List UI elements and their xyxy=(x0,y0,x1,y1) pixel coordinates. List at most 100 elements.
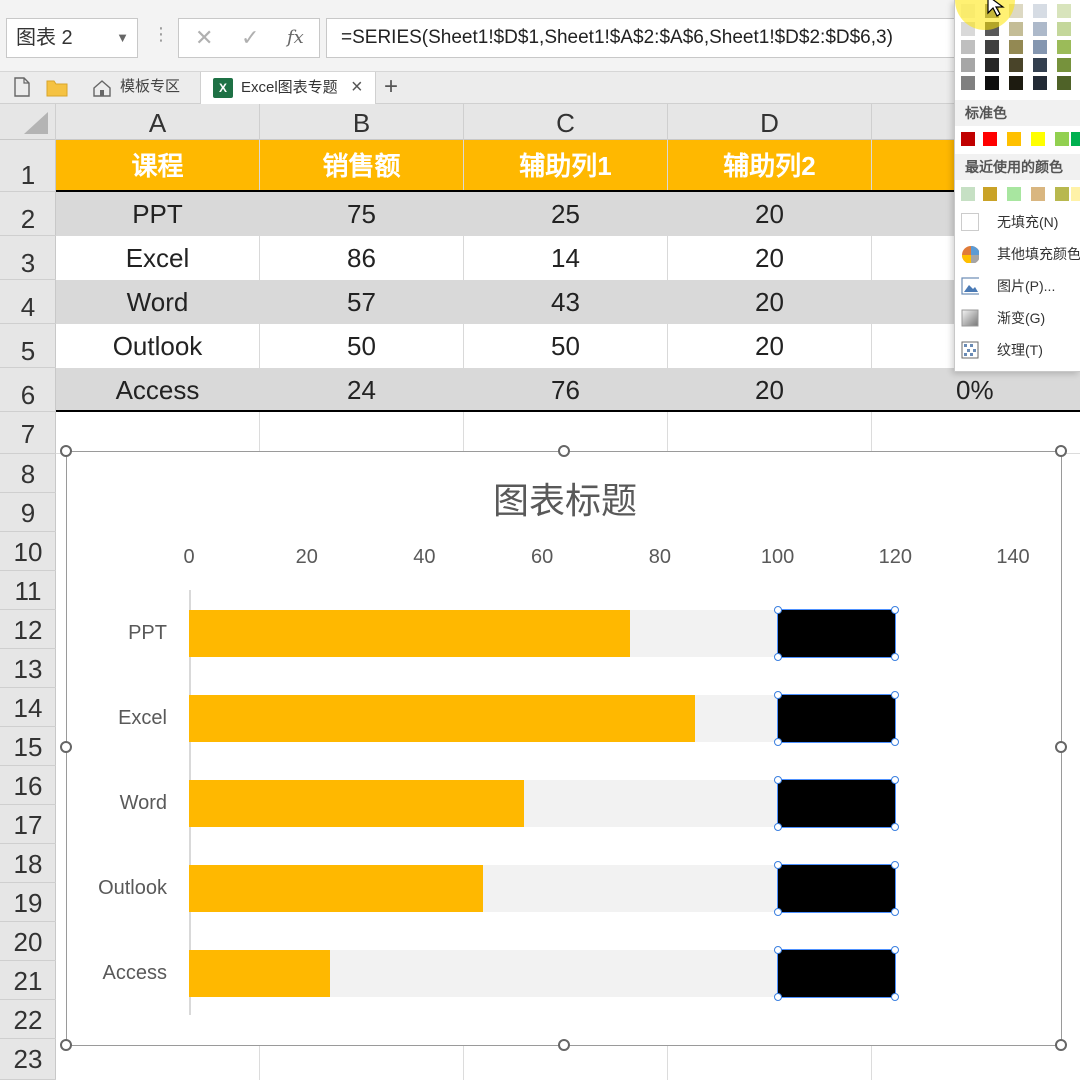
formula-input[interactable]: =SERIES(Sheet1!$D$1,Sheet1!$A$2:$A$6,She… xyxy=(326,18,956,58)
data-point-handle[interactable] xyxy=(891,861,900,869)
row-header[interactable]: 13 xyxy=(0,649,56,688)
color-swatch[interactable] xyxy=(1007,132,1021,146)
row-header[interactable]: 22 xyxy=(0,1000,56,1039)
data-point-handle[interactable] xyxy=(773,823,782,831)
data-point-handle[interactable] xyxy=(773,776,782,784)
folder-icon[interactable] xyxy=(46,79,68,97)
recent-color-swatch[interactable] xyxy=(1071,187,1080,201)
table-cell[interactable]: 25 xyxy=(464,192,668,236)
resize-handle[interactable] xyxy=(558,445,570,457)
confirm-icon[interactable]: ✓ xyxy=(241,25,259,51)
close-tab-icon[interactable]: × xyxy=(351,72,363,103)
row-header[interactable]: 8 xyxy=(0,454,56,493)
data-point-handle[interactable] xyxy=(773,738,782,746)
bar-helper-selected[interactable] xyxy=(776,864,897,913)
table-cell[interactable]: Excel xyxy=(56,236,260,280)
table-cell[interactable]: 50 xyxy=(260,324,464,368)
name-box[interactable]: 图表 2 ▼ xyxy=(6,18,138,58)
gradient-fill-item[interactable]: 渐变(G) xyxy=(955,302,1080,334)
row-header[interactable]: 19 xyxy=(0,883,56,922)
recent-color-swatch[interactable] xyxy=(1031,187,1045,201)
color-swatch[interactable] xyxy=(1055,132,1069,146)
color-swatch[interactable] xyxy=(961,132,975,146)
bar-sales[interactable] xyxy=(189,865,484,912)
bar-chart[interactable]: 图表标题 0 20 40 60 80 100 120 140 PPT Excel… xyxy=(60,445,1067,1051)
select-all-corner[interactable] xyxy=(0,104,56,140)
resize-handle[interactable] xyxy=(60,741,72,753)
row-header[interactable]: 7 xyxy=(0,412,56,454)
column-header-a[interactable]: A xyxy=(56,104,260,140)
new-tab-button[interactable]: + xyxy=(384,72,398,102)
table-cell[interactable]: 76 xyxy=(464,368,668,412)
data-point-handle[interactable] xyxy=(891,823,900,831)
more-fill-colors-item[interactable]: 其他填充颜色 xyxy=(955,238,1080,270)
data-point-handle[interactable] xyxy=(773,993,782,1001)
resize-handle[interactable] xyxy=(1055,741,1067,753)
resize-handle[interactable] xyxy=(60,445,72,457)
fx-icon[interactable]: fx xyxy=(287,27,304,48)
bar-remainder[interactable] xyxy=(695,695,778,742)
row-header[interactable]: 14 xyxy=(0,688,56,727)
data-point-handle[interactable] xyxy=(891,738,900,746)
picture-fill-item[interactable]: 图片(P)... xyxy=(955,270,1080,302)
data-point-handle[interactable] xyxy=(891,993,900,1001)
table-cell[interactable]: 86 xyxy=(260,236,464,280)
data-point-handle[interactable] xyxy=(891,691,900,699)
row-header[interactable]: 3 xyxy=(0,236,56,280)
row-header[interactable]: 17 xyxy=(0,805,56,844)
bar-remainder[interactable] xyxy=(483,865,778,912)
table-cell[interactable]: Outlook xyxy=(56,324,260,368)
recent-color-swatch[interactable] xyxy=(1055,187,1069,201)
table-cell[interactable]: 75 xyxy=(260,192,464,236)
no-fill-item[interactable]: 无填充(N) xyxy=(955,206,1080,238)
color-swatch[interactable] xyxy=(983,132,997,146)
bar-remainder[interactable] xyxy=(330,950,778,997)
data-point-handle[interactable] xyxy=(773,861,782,869)
recent-color-swatch[interactable] xyxy=(983,187,997,201)
table-cell[interactable]: 43 xyxy=(464,280,668,324)
data-point-handle[interactable] xyxy=(773,606,782,614)
row-header[interactable]: 15 xyxy=(0,727,56,766)
tab-excel-charts[interactable]: X Excel图表专题 × xyxy=(200,72,376,104)
resize-handle[interactable] xyxy=(1055,1039,1067,1051)
table-cell[interactable]: 20 xyxy=(668,236,872,280)
row-header[interactable]: 5 xyxy=(0,324,56,368)
row-header[interactable]: 12 xyxy=(0,610,56,649)
new-file-icon[interactable] xyxy=(14,77,30,97)
color-swatch[interactable] xyxy=(1031,132,1045,146)
data-point-handle[interactable] xyxy=(773,653,782,661)
bar-sales[interactable] xyxy=(189,610,631,657)
header-cell[interactable]: 辅助列1 xyxy=(464,140,668,192)
bar-remainder[interactable] xyxy=(524,780,778,827)
header-cell[interactable]: 课程 xyxy=(56,140,260,192)
resize-handle[interactable] xyxy=(558,1039,570,1051)
table-cell[interactable]: 20 xyxy=(668,324,872,368)
row-header[interactable]: 10 xyxy=(0,532,56,571)
bar-remainder[interactable] xyxy=(630,610,778,657)
table-cell[interactable]: 57 xyxy=(260,280,464,324)
data-point-handle[interactable] xyxy=(891,776,900,784)
bar-sales[interactable] xyxy=(189,695,696,742)
chart-title[interactable]: 图表标题 xyxy=(67,472,1063,524)
table-cell[interactable]: 20 xyxy=(668,192,872,236)
table-cell[interactable]: 20 xyxy=(668,280,872,324)
header-cell[interactable]: 销售额 xyxy=(260,140,464,192)
data-point-handle[interactable] xyxy=(773,908,782,916)
color-swatch[interactable] xyxy=(1071,132,1080,146)
row-header[interactable]: 1 xyxy=(0,140,56,192)
table-cell[interactable]: 50 xyxy=(464,324,668,368)
row-header[interactable]: 11 xyxy=(0,571,56,610)
row-header[interactable]: 20 xyxy=(0,922,56,961)
table-cell[interactable]: 24 xyxy=(260,368,464,412)
column-header-c[interactable]: C xyxy=(464,104,668,140)
row-header[interactable]: 23 xyxy=(0,1039,56,1080)
table-cell[interactable]: Access xyxy=(56,368,260,412)
row-header[interactable]: 2 xyxy=(0,192,56,236)
bar-helper-selected[interactable] xyxy=(776,609,897,658)
row-header[interactable]: 21 xyxy=(0,961,56,1000)
texture-fill-item[interactable]: 纹理(T) xyxy=(955,334,1080,366)
column-header-d[interactable]: D xyxy=(668,104,872,140)
row-header[interactable]: 6 xyxy=(0,368,56,412)
row-header[interactable]: 4 xyxy=(0,280,56,324)
data-point-handle[interactable] xyxy=(891,606,900,614)
